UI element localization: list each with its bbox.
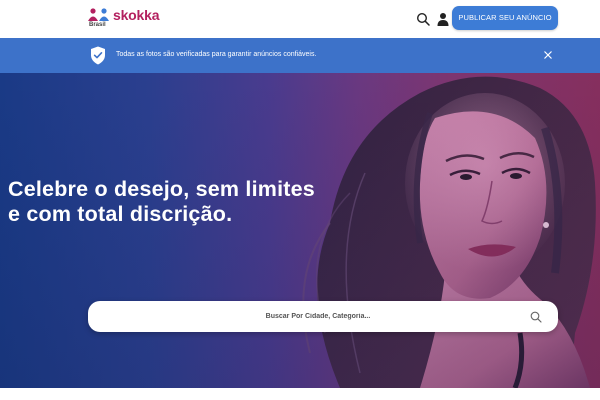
hero-title: Celebre o desejo, sem limites e com tota… <box>8 177 368 227</box>
user-icon[interactable] <box>437 12 449 26</box>
hero-overlay <box>0 73 600 388</box>
brand-name: skokka <box>113 7 160 23</box>
hero-search-bar[interactable] <box>88 301 558 332</box>
search-icon[interactable] <box>416 12 430 26</box>
close-icon[interactable] <box>543 50 553 60</box>
verification-notice: Todas as fotos são verificadas para gara… <box>0 38 600 73</box>
search-submit-icon[interactable] <box>530 311 542 323</box>
site-header: skokka Brasil PUBLICAR SEU ANÚNCIO <box>0 0 600 38</box>
brand-country: Brasil <box>89 22 106 28</box>
shield-check-icon <box>91 46 105 65</box>
notice-text: Todas as fotos são verificadas para gara… <box>116 51 317 58</box>
search-input[interactable] <box>108 301 528 332</box>
brand-logo[interactable]: skokka Brasil <box>88 7 160 32</box>
hero-title-line-2: e com total discrição. <box>8 202 233 226</box>
hero-title-line-1: Celebre o desejo, sem limites <box>8 177 315 201</box>
hero-section: Celebre o desejo, sem limites e com tota… <box>0 73 600 388</box>
publish-ad-button[interactable]: PUBLICAR SEU ANÚNCIO <box>452 6 558 30</box>
people-logo-icon <box>88 8 109 21</box>
page-bottom-strip <box>0 388 600 400</box>
